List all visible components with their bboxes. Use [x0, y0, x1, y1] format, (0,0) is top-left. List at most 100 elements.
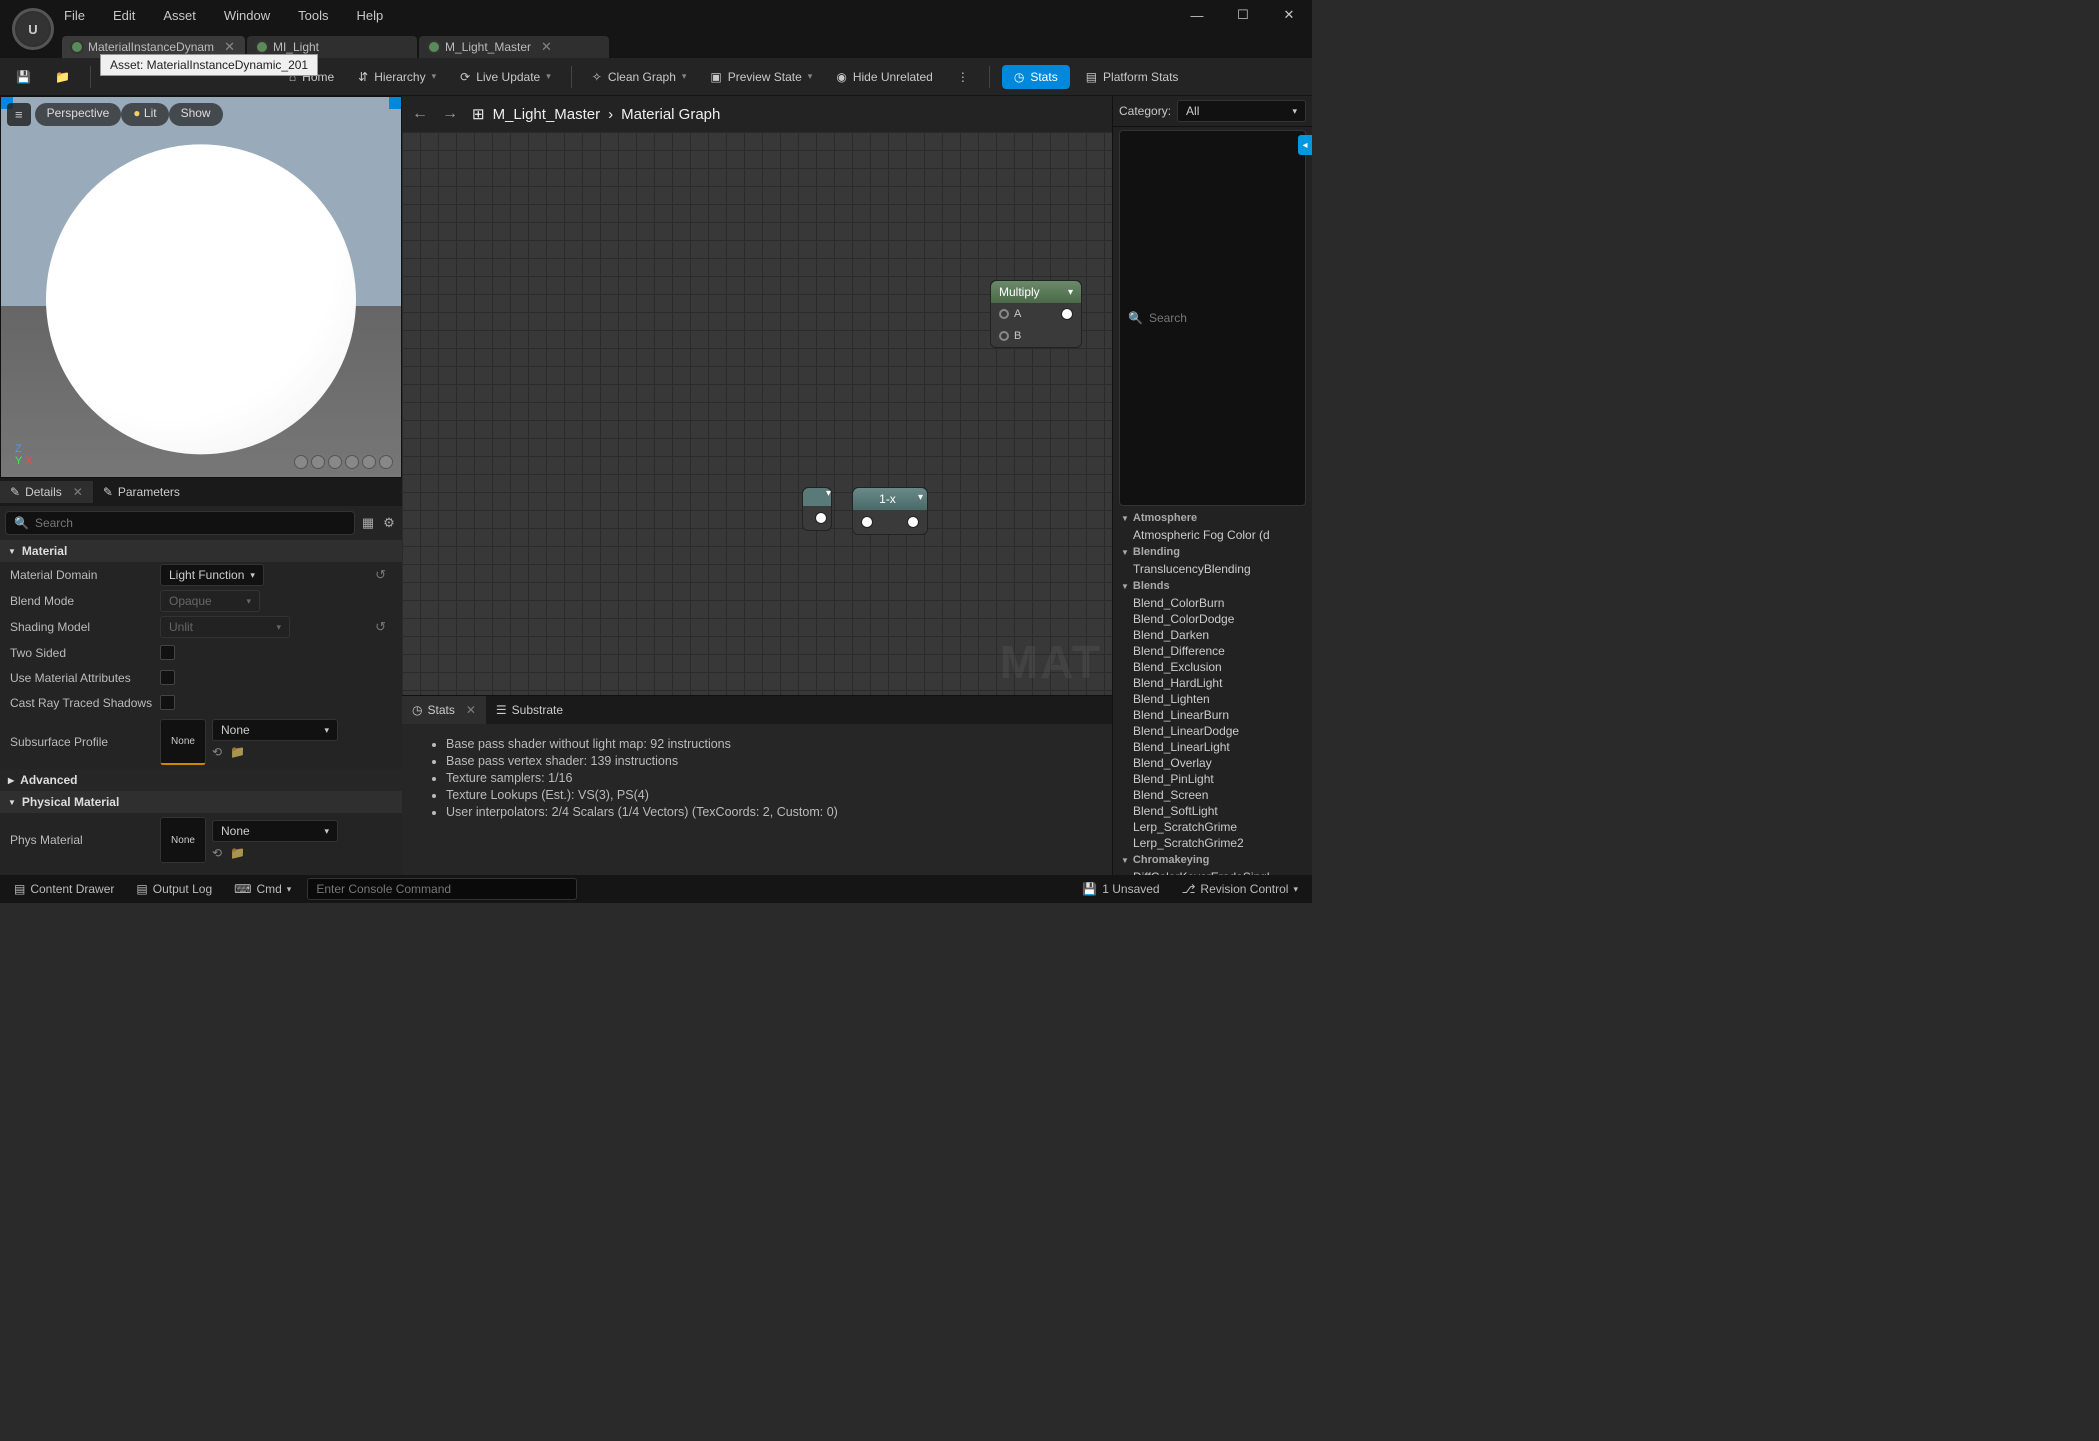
filter-button[interactable]: ▦ — [360, 515, 376, 531]
graph-canvas[interactable]: ▾ 1-x ▾ Multiply▾ A B M_Light_Master Bas… — [402, 132, 1112, 695]
shape-picker[interactable] — [294, 455, 393, 469]
palette-item[interactable]: Blend_SoftLight — [1113, 803, 1312, 819]
asset-thumbnail[interactable]: None — [160, 719, 206, 765]
close-icon[interactable]: ✕ — [73, 485, 83, 499]
asset-thumbnail[interactable]: None — [160, 817, 206, 863]
sidebar-toggle[interactable]: ◂ — [1298, 135, 1312, 155]
viewport-projection[interactable]: Perspective — [35, 103, 122, 126]
hierarchy-button[interactable]: ⇵Hierarchy▾ — [350, 66, 444, 88]
cmd-button[interactable]: ⌨Cmd ▾ — [228, 879, 297, 899]
cast-ray-checkbox[interactable] — [160, 695, 175, 710]
menu-asset[interactable]: Asset — [163, 8, 196, 23]
settings-button[interactable]: ⚙ — [381, 515, 397, 531]
node-clipped[interactable]: ▾ — [802, 487, 832, 531]
browse-icon[interactable]: 📁 — [230, 846, 245, 860]
section-advanced[interactable]: ▶Advanced — [0, 769, 402, 791]
palette-tree[interactable]: ▼AtmosphereAtmospheric Fog Color (d▼Blen… — [1113, 509, 1312, 875]
drawer-icon: ▤ — [14, 882, 25, 896]
drag-handle[interactable] — [389, 97, 401, 109]
close-tab-icon[interactable]: ✕ — [541, 39, 552, 55]
palette-item[interactable]: Blend_LinearDodge — [1113, 723, 1312, 739]
palette-item[interactable]: Blend_Lighten — [1113, 691, 1312, 707]
section-physical[interactable]: ▼Physical Material — [0, 791, 402, 813]
palette-group[interactable]: ▼Blends — [1113, 577, 1312, 595]
menu-file[interactable]: File — [64, 8, 85, 23]
clean-graph-button[interactable]: ✧Clean Graph▾ — [584, 66, 695, 88]
use-selected-icon[interactable]: ⟲ — [212, 745, 222, 759]
revision-control-button[interactable]: ⎇Revision Control ▾ — [1176, 879, 1304, 899]
palette-group[interactable]: ▼Blending — [1113, 543, 1312, 561]
browse-button[interactable]: 📁 — [47, 66, 78, 88]
viewport-show[interactable]: Show — [169, 103, 223, 126]
palette-item[interactable]: TranslucencyBlending — [1113, 561, 1312, 577]
tab-details[interactable]: ✎ Details ✕ — [0, 481, 93, 503]
menu-help[interactable]: Help — [356, 8, 383, 23]
reset-button[interactable]: ↺ — [369, 619, 392, 635]
stats-button[interactable]: ◷Stats — [1002, 65, 1070, 89]
save-button[interactable]: 💾 — [8, 66, 39, 88]
use-attributes-checkbox[interactable] — [160, 670, 175, 685]
palette-item[interactable]: Blend_HardLight — [1113, 675, 1312, 691]
minimize-button[interactable]: — — [1174, 0, 1220, 30]
palette-item[interactable]: Blend_Overlay — [1113, 755, 1312, 771]
palette-item[interactable]: Blend_ColorBurn — [1113, 595, 1312, 611]
asset-tab-master[interactable]: M_Light_Master ✕ — [419, 36, 609, 58]
breadcrumb-root[interactable]: M_Light_Master — [493, 106, 601, 123]
live-update-button[interactable]: ⟳Live Update▾ — [452, 66, 559, 88]
nav-back[interactable]: ← — [412, 105, 428, 123]
use-selected-icon[interactable]: ⟲ — [212, 846, 222, 860]
viewport-viewmode[interactable]: ● Lit — [121, 103, 168, 126]
platform-stats-button[interactable]: ▤Platform Stats — [1078, 66, 1187, 88]
material-domain-combo[interactable]: Light Function▾ — [160, 564, 264, 586]
reset-button[interactable]: ↺ — [369, 567, 392, 583]
menu-window[interactable]: Window — [224, 8, 270, 23]
palette-search[interactable]: 🔍 Search — [1119, 130, 1306, 506]
phys-combo[interactable]: None▾ — [212, 820, 338, 842]
content-drawer-button[interactable]: ▤Content Drawer — [8, 879, 120, 899]
close-icon[interactable]: ✕ — [466, 703, 476, 717]
palette-item[interactable]: Lerp_ScratchGrime — [1113, 819, 1312, 835]
hide-unrelated-button[interactable]: ◉Hide Unrelated — [828, 66, 941, 88]
palette-item[interactable]: Blend_Difference — [1113, 643, 1312, 659]
palette-group[interactable]: ▼Atmosphere — [1113, 509, 1312, 527]
palette-item[interactable]: Blend_Exclusion — [1113, 659, 1312, 675]
menu-edit[interactable]: Edit — [113, 8, 135, 23]
preview-state-button[interactable]: ▣Preview State▾ — [702, 66, 820, 88]
section-material[interactable]: ▼Material — [0, 540, 402, 562]
subsurface-combo[interactable]: None▾ — [212, 719, 338, 741]
overflow-button[interactable]: ⋮ — [949, 66, 977, 88]
palette-group[interactable]: ▼Chromakeying — [1113, 851, 1312, 869]
output-log-button[interactable]: ▤Output Log — [130, 879, 218, 899]
two-sided-checkbox[interactable] — [160, 645, 175, 660]
viewport-menu-button[interactable]: ≡ — [7, 103, 31, 126]
palette-item[interactable]: Blend_LinearBurn — [1113, 707, 1312, 723]
palette-item[interactable]: Atmospheric Fog Color (d — [1113, 527, 1312, 543]
palette-item[interactable]: Blend_PinLight — [1113, 771, 1312, 787]
palette-item[interactable]: Lerp_ScratchGrime2 — [1113, 835, 1312, 851]
preview-viewport[interactable]: ≡ Perspective ● Lit Show Z Y X — [0, 96, 402, 478]
palette-item[interactable]: Blend_Screen — [1113, 787, 1312, 803]
tab-stats[interactable]: ◷ Stats ✕ — [402, 696, 486, 724]
browse-icon[interactable]: 📁 — [230, 745, 245, 759]
stat-line: Base pass vertex shader: 139 instruction… — [446, 754, 1082, 768]
menu-tools[interactable]: Tools — [298, 8, 328, 23]
tab-substrate[interactable]: ☰ Substrate — [486, 696, 573, 724]
palette-item[interactable]: DiffColorKeyerErodeSingl — [1113, 869, 1312, 875]
node-multiply[interactable]: Multiply▾ A B — [990, 280, 1082, 348]
palette-item[interactable]: Blend_ColorDodge — [1113, 611, 1312, 627]
palette-item[interactable]: Blend_LinearLight — [1113, 739, 1312, 755]
category-combo[interactable]: All▾ — [1177, 100, 1306, 122]
unsaved-indicator[interactable]: 💾1 Unsaved — [1076, 879, 1165, 899]
graph-header: ← → ⊞ M_Light_Master › Material Graph — [402, 96, 1112, 132]
close-tab-icon[interactable]: ✕ — [224, 39, 235, 55]
node-oneminus[interactable]: 1-x ▾ — [852, 487, 928, 535]
palette-item[interactable]: Blend_Darken — [1113, 627, 1312, 643]
console-input[interactable]: Enter Console Command — [307, 878, 577, 900]
nav-forward[interactable]: → — [442, 105, 458, 123]
details-search[interactable]: 🔍 Search — [5, 511, 355, 535]
tab-parameters[interactable]: ✎ Parameters — [93, 481, 190, 503]
stats-icon: ◷ — [412, 703, 422, 717]
close-button[interactable]: ✕ — [1266, 0, 1312, 30]
maximize-button[interactable]: ☐ — [1220, 0, 1266, 30]
prop-label: Two Sided — [10, 646, 160, 660]
